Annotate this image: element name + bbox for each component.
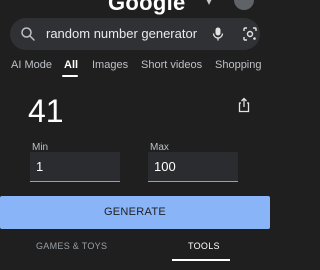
active-tab-indicator — [62, 75, 78, 77]
search-tabs: AI Mode All Images Short videos Shopping — [0, 56, 270, 77]
tab-tools[interactable]: TOOLS — [188, 241, 220, 251]
generate-button[interactable]: GENERATE — [0, 196, 270, 229]
microphone-icon[interactable] — [210, 26, 226, 42]
labs-icon[interactable]: ▾ — [206, 0, 212, 8]
max-value: 100 — [154, 159, 176, 174]
tab-shopping[interactable]: Shopping — [215, 59, 262, 71]
tab-images[interactable]: Images — [92, 59, 128, 71]
top-header: Google ▾ — [0, 0, 270, 16]
search-bar[interactable]: random number generator — [10, 18, 260, 50]
tab-games-and-toys[interactable]: GAMES & TOYS — [36, 241, 107, 251]
account-avatar[interactable] — [234, 0, 254, 10]
category-tabs: GAMES & TOYS TOOLS — [0, 229, 270, 270]
share-icon[interactable] — [237, 97, 251, 113]
search-query[interactable]: random number generator — [46, 26, 197, 41]
tab-all[interactable]: All — [64, 59, 78, 71]
random-number-result: 41 — [28, 93, 64, 129]
search-icon — [21, 27, 35, 41]
min-input[interactable]: 1 — [30, 152, 120, 182]
tab-short-videos[interactable]: Short videos — [141, 59, 202, 71]
generate-button-label: GENERATE — [103, 206, 167, 218]
max-input[interactable]: 100 — [148, 152, 238, 182]
active-category-indicator — [172, 259, 230, 261]
google-lens-icon[interactable] — [242, 26, 258, 42]
min-value: 1 — [36, 159, 44, 174]
google-logo[interactable]: Google — [108, 0, 186, 16]
tab-ai-mode[interactable]: AI Mode — [11, 59, 52, 71]
